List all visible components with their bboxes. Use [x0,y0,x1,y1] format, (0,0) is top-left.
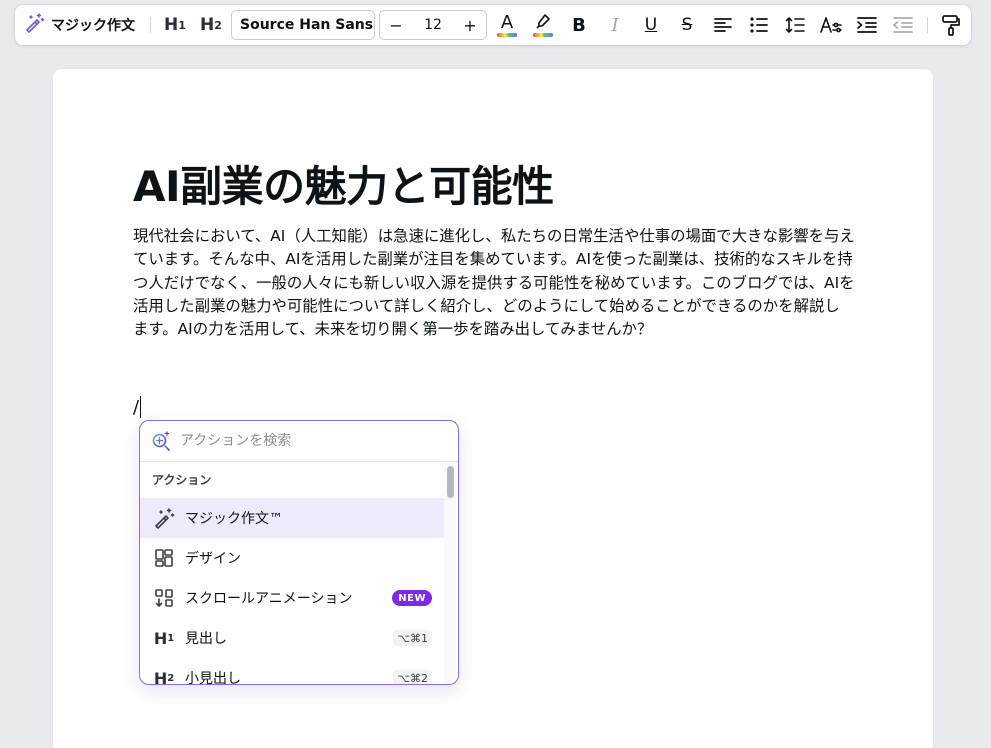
font-size-decrease-button[interactable]: − [380,11,412,39]
magic-search-icon [151,431,171,455]
heading1-sub: 1 [178,18,186,32]
shortcut-badge: ⌥⌘2 [393,670,432,684]
magic-write-button[interactable]: マジック作文 [23,5,141,45]
action-label: デザイン [185,551,241,567]
indent-icon [857,16,877,34]
text-color-icon: A [500,11,514,33]
font-size-stepper: − 12 + [379,10,487,40]
heading1-glyph: H [164,15,179,35]
slash-command-line[interactable]: / [133,395,142,419]
actions-section-label: アクション [152,473,212,487]
italic-icon: I [611,14,619,36]
action-label: 見出し [185,631,227,647]
strikethrough-button[interactable]: S [673,5,701,45]
action-search-input[interactable] [180,430,440,452]
underline-button[interactable]: U [637,5,665,45]
shortcut-badge: ⌥⌘1 [393,630,432,646]
heading1-button[interactable]: H1 [161,5,189,45]
document-title[interactable]: AI副業の魅力と可能性 [133,153,853,214]
heading2-glyph: H [200,15,215,35]
action-label: マジック作文™ [185,511,283,527]
align-left-icon [713,17,733,33]
line-spacing-button[interactable] [781,5,809,45]
action-heading[interactable]: H1 見出し ⌥⌘1 [140,618,444,658]
font-size-value[interactable]: 12 [412,17,454,33]
editor-toolbar: マジック作文 H1 H2 Source Han Sans ... − 12 + … [15,5,971,45]
bold-icon: B [572,14,586,36]
bullet-list-button[interactable] [745,5,773,45]
action-subheading[interactable]: H2 小見出し ⌥⌘2 [140,658,444,685]
highlight-button[interactable] [529,5,557,45]
text-effects-icon [820,16,842,34]
toolbar-divider [150,17,151,33]
highlight-icon [534,13,552,31]
action-label: スクロールアニメーション [185,591,353,607]
action-design[interactable]: デザイン [140,538,444,578]
slash-text: / [133,396,140,418]
highlight-color-swatch [533,33,553,37]
magic-write-label: マジック作文 [51,18,135,34]
popup-scrollbar-thumb[interactable] [447,466,454,498]
text-color-swatch [497,33,517,37]
new-badge: NEW [392,590,432,606]
paint-roller-icon [941,14,961,36]
italic-button[interactable]: I [601,5,629,45]
text-color-button[interactable]: A [493,5,521,45]
outdent-icon [893,16,913,34]
heading1-icon: H1 [153,628,175,648]
document-body-paragraph[interactable]: 現代社会において、AI（人工知能）は急速に進化し、私たちの日常生活や仕事の場面で… [133,225,855,341]
action-search-bar [140,421,458,462]
heading2-sub: 2 [214,18,222,32]
text-caret [140,396,142,418]
font-size-increase-button[interactable]: + [454,11,486,39]
outdent-button[interactable] [889,5,917,45]
action-scroll-animation[interactable]: スクロールアニメーション NEW [140,578,444,618]
heading2-icon: H2 [153,668,175,685]
action-label: 小見出し [185,671,241,685]
copy-style-button[interactable] [937,5,965,45]
design-grid-icon [153,548,175,568]
text-effects-button[interactable] [817,5,845,45]
heading2-button[interactable]: H2 [197,5,225,45]
action-magic-write[interactable]: マジック作文™ [140,498,444,538]
bold-button[interactable]: B [565,5,593,45]
toolbar-divider [927,17,928,33]
scroll-animation-icon [153,588,175,608]
indent-button[interactable] [853,5,881,45]
action-command-popup: アクション マジック作文™ デザイン [139,420,459,685]
strikethrough-icon: S [681,15,693,35]
font-family-select[interactable]: Source Han Sans ... [231,10,375,40]
align-button[interactable] [709,5,737,45]
magic-wand-icon [23,12,45,38]
line-spacing-icon [785,16,805,34]
magic-wand-icon [153,508,175,529]
bullet-list-icon [749,16,769,34]
underline-icon: U [644,15,658,35]
